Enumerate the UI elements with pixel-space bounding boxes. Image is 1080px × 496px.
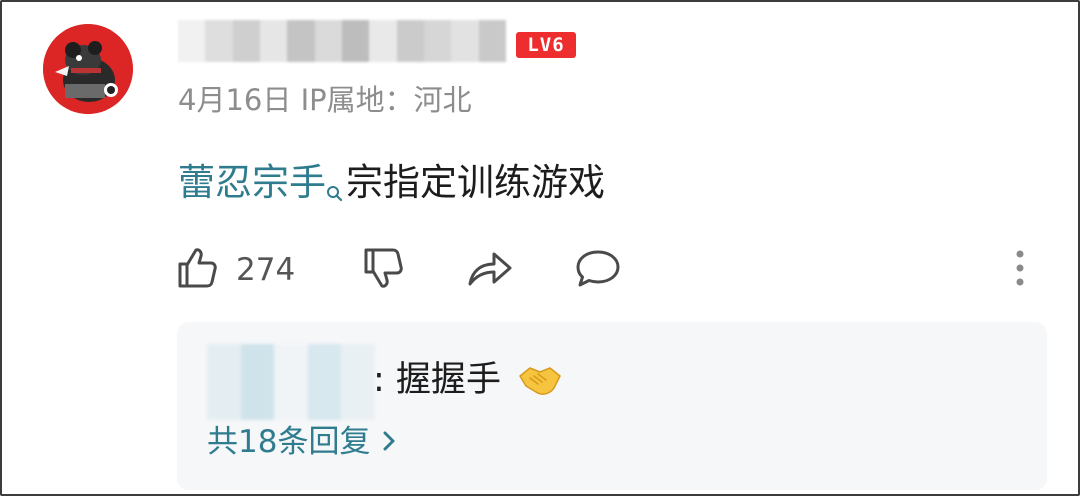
action-bar: 274 <box>172 240 1052 300</box>
date-location: 4月16日 IP属地：河北 <box>178 83 472 117</box>
comment-icon <box>572 244 624 296</box>
share-button[interactable] <box>464 240 516 300</box>
reply-separator: : <box>373 360 385 400</box>
reply-preview[interactable]: : 握握手 共18条回复 <box>177 322 1047 490</box>
level-badge: LV6 <box>516 32 576 58</box>
avatar[interactable] <box>43 24 133 114</box>
more-vertical-icon <box>1010 246 1030 294</box>
view-all-replies-link[interactable]: 共18条回复 <box>207 420 396 464</box>
reply-text: 握握手 <box>395 360 501 400</box>
more-options-button[interactable] <box>1010 240 1030 300</box>
reply-content: : 握握手 <box>373 356 562 411</box>
search-link[interactable]: 蕾忍宗手 <box>178 161 326 204</box>
reply-button[interactable] <box>572 240 624 300</box>
reply-username-pixelated[interactable] <box>207 344 375 420</box>
username-pixelated[interactable] <box>178 20 506 62</box>
share-icon <box>464 244 516 296</box>
handshake-emoji-icon <box>518 362 562 411</box>
chevron-right-icon <box>382 420 396 464</box>
search-icon[interactable] <box>326 166 344 216</box>
thumbs-down-icon <box>358 244 406 296</box>
comment-body: 蕾忍宗手 宗指定训练游戏 <box>178 158 605 216</box>
comment-text: 宗指定训练游戏 <box>346 161 605 204</box>
more-replies-label: 共18条回复 <box>207 424 371 460</box>
thumbs-up-icon <box>172 244 220 296</box>
avatar-image <box>43 24 133 114</box>
comment-card: LV6 4月16日 IP属地：河北 蕾忍宗手 宗指定训练游戏 274: 握握手… <box>0 0 1080 496</box>
like-button[interactable]: 274 <box>172 240 295 300</box>
dislike-button[interactable] <box>358 240 406 300</box>
like-count: 274 <box>236 252 296 288</box>
